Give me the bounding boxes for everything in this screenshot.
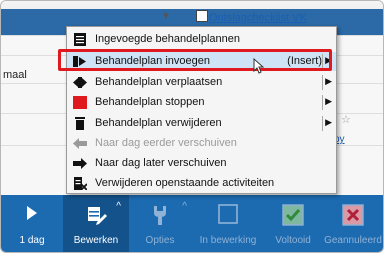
checklist-link[interactable]: Ontslagchecklist VK bbox=[209, 12, 307, 24]
stop-plan-icon bbox=[73, 96, 87, 109]
mouse-cursor-icon bbox=[253, 58, 265, 74]
menu-item-stop-plan[interactable]: Behandelplan stoppen ▶ bbox=[67, 93, 336, 112]
checkbox-empty-icon bbox=[218, 204, 238, 224]
checklist-checkbox[interactable] bbox=[196, 10, 208, 22]
edit-label: Bewerken bbox=[73, 235, 119, 246]
submenu-arrow-icon[interactable]: ▶ bbox=[325, 96, 332, 107]
one-day-label: 1 dag bbox=[19, 235, 45, 246]
menu-item-move-plan[interactable]: Behandelplan verplaatsen ▶ bbox=[67, 73, 336, 92]
arrow-left-icon bbox=[73, 138, 87, 149]
submenu-divider bbox=[322, 95, 323, 110]
trash-icon bbox=[75, 117, 85, 130]
play-icon bbox=[27, 206, 37, 220]
completed-label: Voltooid bbox=[275, 235, 311, 246]
submenu-divider bbox=[322, 116, 323, 131]
chevron-up-icon[interactable]: ^ bbox=[116, 201, 121, 212]
menu-item-shift-earlier[interactable]: Naar dag eerder verschuiven bbox=[67, 134, 336, 153]
cancelled-button[interactable]: Geannuleerd bbox=[321, 195, 383, 252]
menu-item-label: Behandelplan stoppen bbox=[95, 96, 205, 108]
context-menu: Ingevoegde behandelplannen Behandelplan … bbox=[66, 26, 337, 194]
move-plan-icon bbox=[73, 77, 87, 88]
menu-item-label: Behandelplan verplaatsen bbox=[95, 76, 223, 88]
in-progress-label: In bewerking bbox=[199, 235, 257, 246]
activity-icon: ☆ bbox=[341, 114, 351, 126]
edit-button[interactable]: ^ Bewerken bbox=[63, 195, 129, 252]
list-icon bbox=[74, 33, 86, 46]
one-day-button[interactable]: 1 dag bbox=[1, 195, 63, 252]
menu-item-label: Ingevoegde behandelplannen bbox=[95, 33, 240, 45]
menu-item-label: Naar dag later verschuiven bbox=[95, 157, 227, 169]
submenu-arrow-icon[interactable]: ▶ bbox=[325, 55, 332, 66]
menu-item-label: Naar dag eerder verschuiven bbox=[95, 137, 237, 149]
app-window: ▼ Ontslagchecklist VK maal ☆ oy 1 dag ^ … bbox=[0, 0, 384, 253]
submenu-arrow-icon[interactable]: ▶ bbox=[325, 117, 332, 128]
menu-item-label: Behandelplan verwijderen bbox=[95, 117, 222, 129]
edit-icon bbox=[88, 207, 107, 225]
dropdown-arrow-icon[interactable]: ▼ bbox=[161, 11, 171, 22]
options-icon bbox=[154, 206, 166, 225]
submenu-divider bbox=[322, 54, 323, 69]
row-label: maal bbox=[3, 69, 27, 81]
menu-item-delete-open-activities[interactable]: Verwijderen openstaande activiteiten bbox=[67, 174, 336, 193]
menu-item-label: Behandelplan invoegen bbox=[95, 55, 210, 67]
submenu-arrow-icon[interactable]: ▶ bbox=[325, 76, 332, 87]
submenu-divider bbox=[322, 75, 323, 90]
completed-button[interactable]: Voltooid bbox=[265, 195, 321, 252]
menu-item-insert-plan[interactable]: Behandelplan invoegen (Insert) ▶ bbox=[67, 52, 336, 71]
cancelled-label: Geannuleerd bbox=[324, 235, 382, 246]
menu-item-shift-later[interactable]: Naar dag later verschuiven bbox=[67, 154, 336, 173]
in-progress-button[interactable]: In bewerking bbox=[191, 195, 265, 252]
delete-activities-icon bbox=[74, 177, 87, 190]
checkbox-cancel-icon bbox=[342, 204, 364, 226]
arrow-right-icon bbox=[73, 158, 87, 169]
menu-item-delete-plan[interactable]: Behandelplan verwijderen ▶ bbox=[67, 114, 336, 133]
menu-item-label: Verwijderen openstaande activiteiten bbox=[95, 177, 275, 189]
insert-plan-icon bbox=[73, 56, 86, 67]
options-button[interactable]: ^ Opties bbox=[129, 195, 191, 252]
chevron-up-icon[interactable]: ^ bbox=[182, 201, 187, 212]
menu-item-shortcut: (Insert) bbox=[287, 55, 322, 67]
menu-item-inserted-plans[interactable]: Ingevoegde behandelplannen bbox=[67, 30, 336, 49]
options-label: Opties bbox=[145, 235, 175, 246]
bottom-toolbar: 1 dag ^ Bewerken ^ Opties In bewerking V… bbox=[1, 195, 383, 252]
checkbox-checked-icon bbox=[282, 204, 304, 226]
